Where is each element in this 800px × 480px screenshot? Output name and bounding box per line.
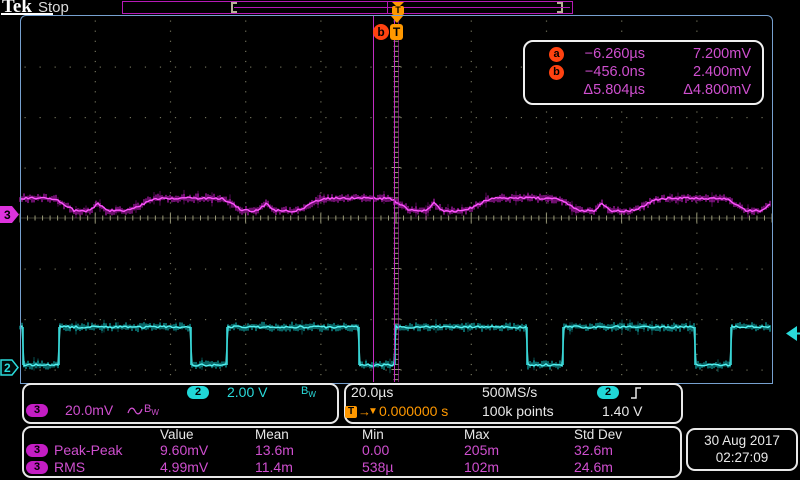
cursor-delta-time: Δ5.804µs: [559, 82, 645, 98]
trigger-time: 0.000000 s: [379, 403, 448, 419]
meas-header-max: Max: [464, 427, 490, 442]
datetime-box[interactable]: 30 Aug 2017 02:27:09: [686, 428, 798, 471]
sample-rate: 500MS/s: [482, 384, 537, 400]
meas-row2-mean: 11.4m: [255, 459, 293, 475]
cursor-readout-box[interactable]: a −6.260µs 7.200mV b −456.0ns 2.400mV Δ5…: [523, 40, 764, 105]
bar-trigger-t-icon: T: [392, 6, 404, 15]
meas-row2-max: 102m: [464, 459, 499, 475]
meas-row1-min: 0.00: [362, 442, 389, 458]
meas-row2-name: RMS: [54, 459, 85, 475]
tek-logo: Tek: [2, 0, 32, 18]
meas-row1-stddev: 32.6m: [574, 442, 613, 458]
trigger-position-arrow-icon[interactable]: [391, 16, 403, 23]
ch3-badge[interactable]: 3: [26, 404, 48, 417]
meas-row1-mean: 13.6m: [255, 442, 294, 458]
date-label: 30 Aug 2017: [688, 433, 796, 448]
trigger-level-arrow-icon[interactable]: [785, 325, 800, 342]
trigger-t-flag[interactable]: T: [390, 24, 403, 40]
meas-row2-value: 4.99mV: [160, 459, 208, 475]
meas-row1-badge: 3: [26, 444, 48, 457]
trigger-t-badge: T: [345, 406, 357, 418]
trigger-tri-icon: ▼: [368, 406, 378, 417]
ch3-scale: 20.0mV: [65, 402, 113, 418]
meas-row2-stddev: 24.6m: [574, 459, 613, 475]
record-view-bar[interactable]: T: [122, 1, 573, 14]
meas-header-stddev: Std Dev: [574, 427, 622, 442]
cursor-a-volt: 7.200mV: [659, 46, 751, 62]
time-per-div: 20.0µs: [351, 384, 393, 400]
ch3-bandwidth-icon: BW: [144, 403, 159, 417]
meas-header-min: Min: [362, 427, 384, 442]
ch2-scale: 2.00 V: [227, 384, 267, 400]
meas-header-mean: Mean: [255, 427, 289, 442]
trigger-slope-icon: [629, 386, 643, 400]
meas-row2-min: 538µ: [362, 459, 393, 475]
svg-text:2: 2: [4, 361, 11, 375]
meas-row1-name: Peak-Peak: [54, 442, 122, 458]
record-length: 100k points: [482, 403, 554, 419]
cursor-b-flag[interactable]: b: [373, 24, 389, 40]
cursor-b-time: −456.0ns: [559, 64, 645, 80]
trigger-source-badge[interactable]: 2: [597, 386, 619, 399]
oscilloscope-screen: Tek Stop T b T 3 2 a −6.260µs 7.200mV b …: [0, 0, 800, 480]
ch2-position-marker[interactable]: 2: [0, 359, 20, 377]
ch2-badge[interactable]: 2: [187, 386, 209, 399]
meas-row2-badge: 3: [26, 461, 48, 474]
svg-text:3: 3: [4, 208, 11, 222]
acquisition-status: Stop: [38, 0, 69, 16]
cursor-a-time: −6.260µs: [559, 46, 645, 62]
cursor-delta-volt: Δ4.800mV: [659, 82, 751, 98]
ch3-position-marker[interactable]: 3: [0, 206, 20, 224]
meas-row1-max: 205m: [464, 442, 499, 458]
time-label: 02:27:09: [688, 450, 796, 465]
trigger-level: 1.40 V: [602, 403, 642, 419]
ch2-bandwidth-icon: BW: [301, 385, 316, 399]
bar-cursor-line: [387, 2, 388, 13]
cursor-b-volt: 2.400mV: [659, 64, 751, 80]
ch3-coupling-icon: [127, 405, 143, 417]
meas-header-value: Value: [160, 427, 194, 442]
meas-row1-value: 9.60mV: [160, 442, 208, 458]
